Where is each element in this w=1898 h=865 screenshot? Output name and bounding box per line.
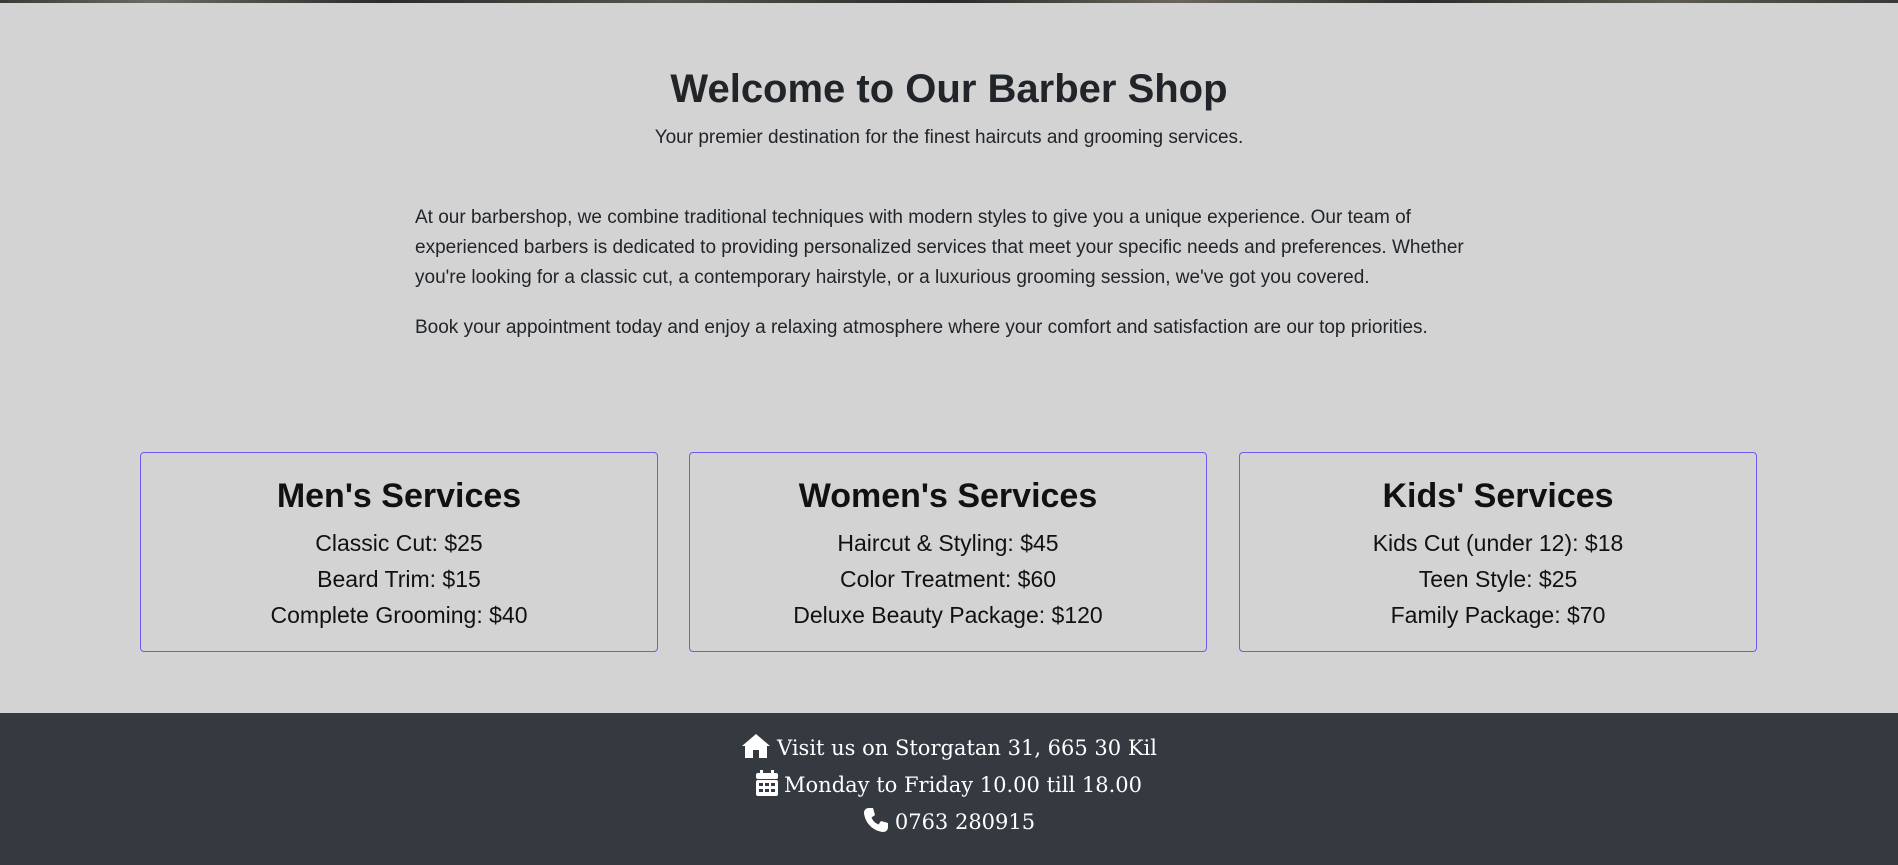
page-title: Welcome to Our Barber Shop (670, 67, 1228, 111)
service-card-men: Men's Services Classic Cut: $25 Beard Tr… (140, 452, 658, 652)
service-item: Deluxe Beauty Package: $120 (793, 602, 1103, 628)
about-paragraph: At our barbershop, we combine traditiona… (415, 207, 1464, 288)
site-footer: Visit us on Storgatan 31, 665 30 Kil Mon… (0, 713, 1898, 865)
service-card-kids: Kids' Services Kids Cut (under 12): $18 … (1239, 452, 1757, 652)
footer-hours: Monday to Friday 10.00 till 18.00 (0, 770, 1898, 803)
footer-hours-text: Monday to Friday 10.00 till 18.00 (784, 773, 1142, 797)
home-icon (741, 733, 771, 766)
services-cards: Men's Services Classic Cut: $25 Beard Tr… (140, 452, 1758, 654)
service-item: Family Package: $70 (1390, 602, 1606, 628)
service-card-title: Women's Services (798, 477, 1098, 515)
service-item: Classic Cut: $25 (315, 530, 483, 556)
footer-phone-text[interactable]: 0763 280915 (895, 810, 1035, 834)
service-item: Beard Trim: $15 (317, 566, 481, 592)
phone-icon (863, 807, 889, 840)
service-item: Complete Grooming: $40 (270, 602, 528, 628)
footer-phone: 0763 280915 (0, 807, 1898, 840)
service-item: Kids Cut (under 12): $18 (1372, 530, 1624, 556)
footer-address: Visit us on Storgatan 31, 665 30 Kil (0, 733, 1898, 766)
calendar-icon (756, 770, 779, 803)
about-paragraph: Book your appointment today and enjoy a … (415, 317, 1428, 338)
service-card-title: Kids' Services (1382, 477, 1614, 515)
main-content: Welcome to Our Barber Shop Your premier … (0, 3, 1898, 713)
service-item: Teen Style: $25 (1418, 566, 1578, 592)
footer-address-text: Visit us on Storgatan 31, 665 30 Kil (777, 736, 1157, 760)
service-item: Color Treatment: $60 (839, 566, 1057, 592)
about-section: At our barbershop, we combine traditiona… (415, 203, 1475, 363)
service-card-women: Women's Services Haircut & Styling: $45 … (689, 452, 1207, 652)
service-card-title: Men's Services (276, 477, 522, 515)
service-item: Haircut & Styling: $45 (837, 530, 1059, 556)
page-subtitle: Your premier destination for the finest … (654, 127, 1244, 148)
